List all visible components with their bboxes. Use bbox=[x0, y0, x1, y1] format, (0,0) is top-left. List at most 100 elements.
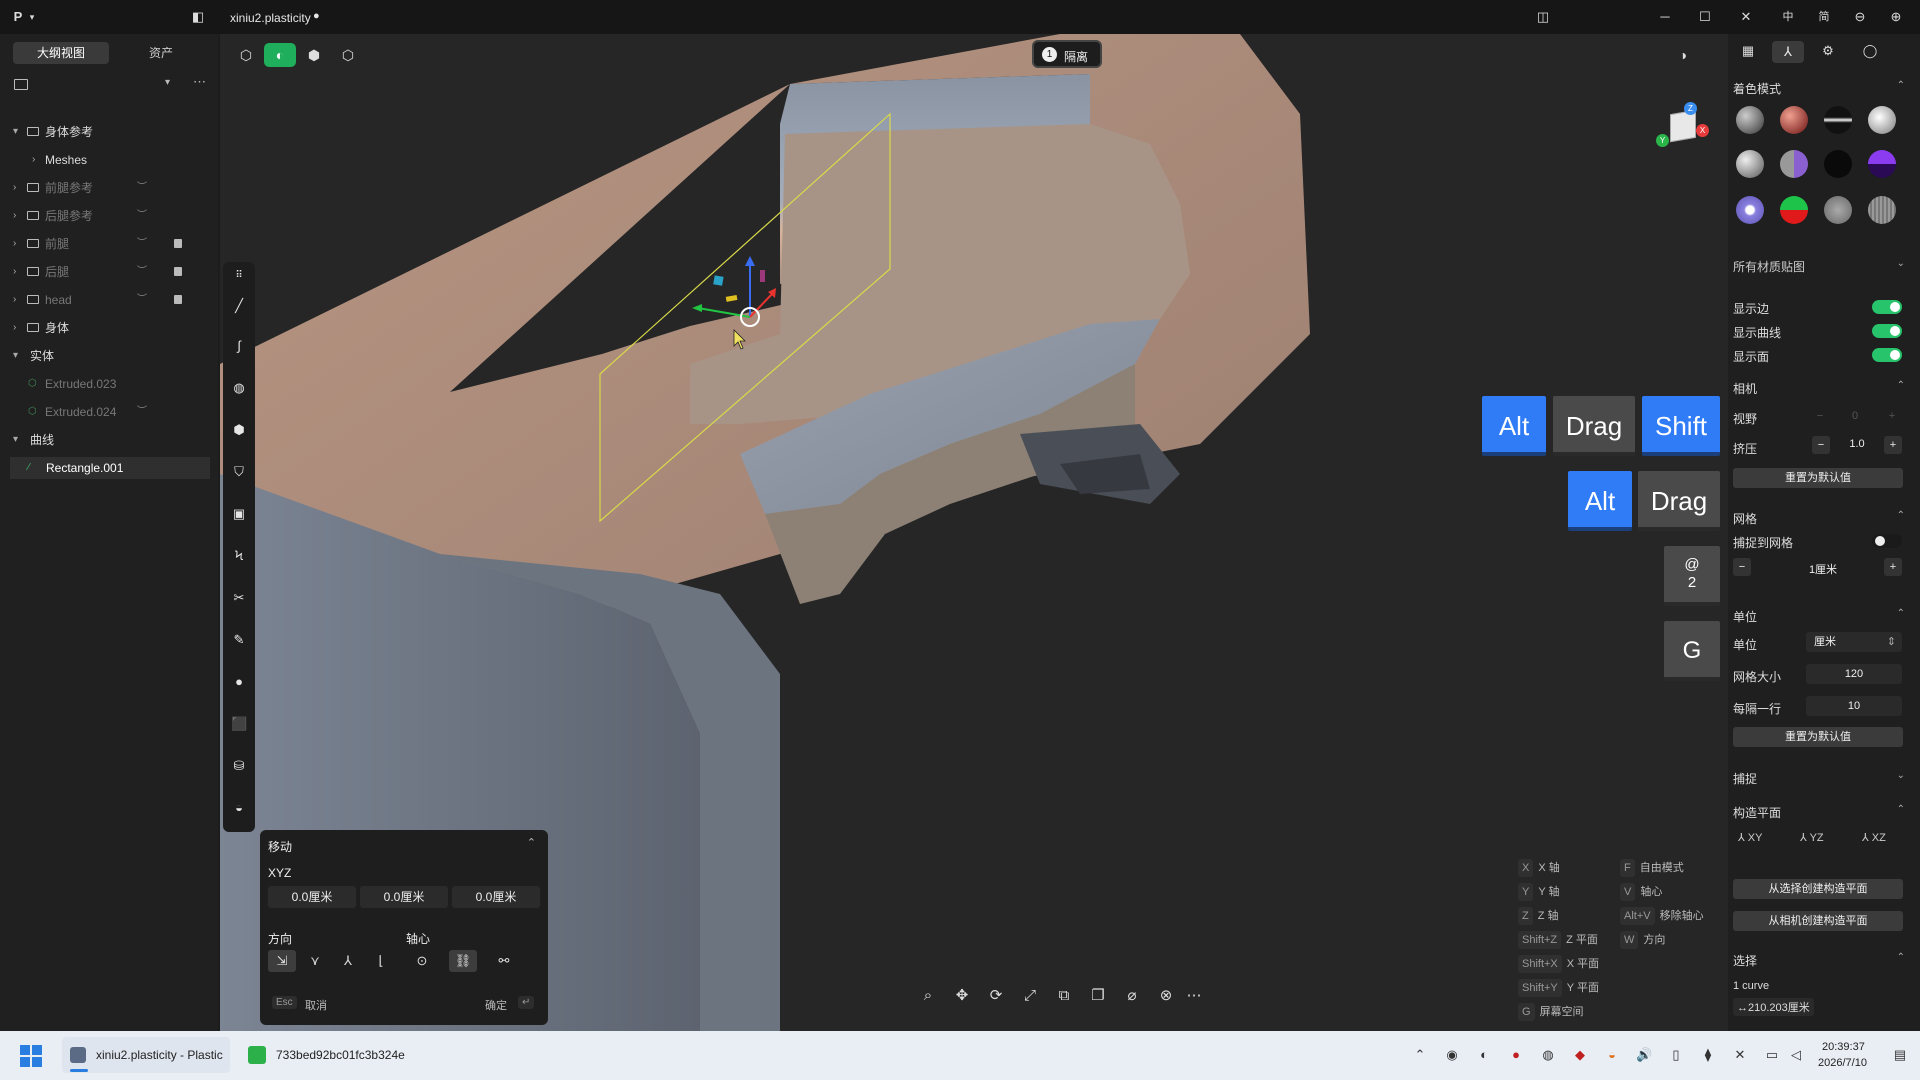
more-options-icon[interactable]: ⋯ bbox=[193, 74, 206, 90]
shading-sphere-8[interactable] bbox=[1868, 150, 1896, 178]
chevron-down-icon[interactable]: ▾ bbox=[13, 429, 18, 451]
units-reset-button[interactable]: 重置为默认值 bbox=[1733, 727, 1903, 747]
speaker-icon[interactable]: ◁ bbox=[1788, 1047, 1804, 1063]
panel-layout-icon[interactable]: ◫ bbox=[1535, 9, 1551, 25]
collapse-chevron-icon[interactable]: ▾ bbox=[165, 77, 170, 88]
material-dropdown[interactable]: 所有材质贴图 ⌄ bbox=[1733, 258, 1913, 275]
confirm-button[interactable]: 确定 bbox=[485, 997, 507, 1013]
tree-row-11[interactable]: ▾ 曲线 bbox=[0, 429, 212, 451]
offset-tool-icon[interactable]: ⧉ bbox=[1050, 983, 1078, 1009]
camera-header[interactable]: 相机 ⌃ bbox=[1733, 380, 1913, 397]
selection-header[interactable]: 选择 ⌃ bbox=[1733, 952, 1913, 969]
sidebar-toggle-icon[interactable]: ◧ bbox=[190, 9, 206, 25]
shading-mode-header[interactable]: 着色模式 ⌃ bbox=[1733, 80, 1913, 97]
duplicate-tool-icon[interactable]: ❐ bbox=[1084, 983, 1112, 1009]
shading-sphere-4[interactable] bbox=[1868, 106, 1896, 134]
curve-tool-icon[interactable]: ∫ bbox=[231, 338, 247, 354]
tree-row-10[interactable]: ⬡ Extruded.024 ︶ bbox=[0, 401, 212, 423]
shading-sphere-5[interactable] bbox=[1736, 150, 1764, 178]
viewport-vertex-mode-icon[interactable]: ⬡ bbox=[230, 43, 262, 67]
taskbar-app-2[interactable]: 733bed92bc01fc3b324e bbox=[244, 1037, 434, 1073]
outliner-mode-icon[interactable]: ▦ bbox=[1736, 43, 1760, 63]
shading-sphere-9[interactable] bbox=[1736, 196, 1764, 224]
tray-overflow-icon[interactable]: ⌃ bbox=[1412, 1047, 1428, 1063]
more-tools-icon[interactable]: ⋯ bbox=[1180, 983, 1208, 1009]
tray-app-icon-4[interactable]: ◍ bbox=[1540, 1047, 1556, 1063]
visibility-eye-icon[interactable]: ︶ bbox=[137, 177, 147, 199]
pivot-unlink-icon[interactable]: ⚯ bbox=[490, 950, 518, 972]
fov-value[interactable]: 0 bbox=[1830, 410, 1880, 422]
sphere-tool-icon[interactable]: ● bbox=[231, 674, 247, 690]
direction-free-icon[interactable]: ⋎ bbox=[301, 950, 329, 972]
lock-icon[interactable] bbox=[174, 239, 182, 248]
chevron-right-icon[interactable]: › bbox=[13, 317, 16, 339]
tree-row-12[interactable]: ∕ Rectangle.001 bbox=[10, 457, 210, 479]
network-icon[interactable]: ▭ bbox=[1764, 1047, 1780, 1063]
settings-gear-icon[interactable]: ⚙ bbox=[1816, 43, 1840, 63]
tray-app-icon-2[interactable]: ◐ bbox=[1476, 1047, 1492, 1063]
pivot-link-icon[interactable]: ⛓ bbox=[449, 950, 477, 972]
tray-app-icon-3[interactable]: ● bbox=[1508, 1047, 1524, 1063]
chevron-right-icon[interactable]: › bbox=[13, 177, 16, 199]
grid-minus-button[interactable]: − bbox=[1733, 558, 1751, 576]
visibility-eye-icon[interactable]: ︶ bbox=[137, 205, 147, 227]
cplane-from-selection-button[interactable]: 从选择创建构造平面 bbox=[1733, 879, 1903, 899]
view-cube-y-icon[interactable]: Y bbox=[1656, 134, 1669, 147]
shading-sphere-12[interactable] bbox=[1868, 196, 1896, 224]
tree-row-0[interactable]: ▾ 身体参考 bbox=[0, 121, 212, 143]
cplane-from-camera-button[interactable]: 从相机创建构造平面 bbox=[1733, 911, 1903, 931]
zoom-in-icon[interactable]: ⊕ bbox=[1888, 9, 1904, 25]
notification-icon[interactable]: ▤ bbox=[1892, 1047, 1908, 1063]
tray-app-icon-7[interactable]: ✕ bbox=[1732, 1047, 1748, 1063]
visibility-eye-icon[interactable]: ︶ bbox=[137, 261, 147, 283]
move-x-field[interactable]: 0.0厘米 bbox=[268, 886, 356, 908]
direction-normal-icon[interactable]: ⇲ bbox=[268, 950, 296, 972]
camera-reset-button[interactable]: 重置为默认值 bbox=[1733, 468, 1903, 488]
app-menu-chevron-icon[interactable]: ▾ bbox=[24, 9, 40, 25]
shading-sphere-7[interactable] bbox=[1824, 150, 1852, 178]
extrude-value[interactable]: 1.0 bbox=[1832, 438, 1882, 450]
tree-row-9[interactable]: ⬡ Extruded.023 bbox=[0, 373, 212, 395]
tree-row-4[interactable]: › 前腿 ︶ bbox=[0, 233, 212, 255]
pivot-center-icon[interactable]: ⊙ bbox=[408, 950, 436, 972]
shading-sphere-11[interactable] bbox=[1824, 196, 1852, 224]
show-curves-toggle[interactable] bbox=[1872, 324, 1902, 338]
volume-icon[interactable]: 🔊 bbox=[1636, 1047, 1652, 1063]
shading-sphere-2[interactable] bbox=[1780, 106, 1808, 134]
extrude-tool-icon[interactable]: ⛉ bbox=[231, 464, 247, 480]
cplane-xy-button[interactable]: ⅄ XY bbox=[1738, 831, 1762, 844]
fov-plus-button[interactable]: + bbox=[1884, 410, 1900, 422]
boolean-tool-icon[interactable]: ⊗ bbox=[1152, 983, 1180, 1009]
extrude-plus-button[interactable]: + bbox=[1884, 436, 1902, 454]
taskbar-app-plasticity[interactable]: xiniu2.plasticity - Plastic bbox=[62, 1037, 230, 1073]
unit-select[interactable]: 厘米 ⇕ bbox=[1806, 632, 1902, 652]
tree-row-5[interactable]: › 后腿 ︶ bbox=[0, 261, 212, 283]
show-faces-toggle[interactable] bbox=[1872, 348, 1902, 362]
line-tool-icon[interactable]: ╱ bbox=[231, 298, 247, 314]
visibility-eye-icon[interactable]: ︶ bbox=[137, 289, 147, 311]
ime-mode-indicator[interactable]: 简 bbox=[1816, 9, 1832, 25]
lock-icon[interactable] bbox=[174, 295, 182, 304]
snap-header[interactable]: 捕捉 ⌄ bbox=[1733, 770, 1913, 787]
grid-size-value[interactable]: 120 bbox=[1806, 664, 1902, 684]
shading-sphere-10[interactable] bbox=[1780, 196, 1808, 224]
view-cube-x-icon[interactable]: X bbox=[1696, 124, 1709, 137]
cplane-yz-button[interactable]: ⅄ YZ bbox=[1800, 831, 1824, 844]
tree-row-1[interactable]: › Meshes bbox=[0, 149, 212, 171]
new-folder-icon[interactable] bbox=[14, 79, 28, 90]
chevron-down-icon[interactable]: ▾ bbox=[13, 345, 18, 367]
tray-app-icon-6[interactable]: ◒ bbox=[1604, 1047, 1620, 1063]
clock-date[interactable]: 2026/7/10 bbox=[1818, 1057, 1867, 1069]
windows-start-icon[interactable] bbox=[20, 1045, 42, 1067]
circle-tool-icon[interactable]: ◍ bbox=[231, 380, 247, 396]
box-tool-icon[interactable]: ⬛ bbox=[231, 716, 247, 732]
ime-lang-indicator[interactable]: 中 bbox=[1780, 9, 1796, 25]
tree-row-2[interactable]: › 前腿参考 ︶ bbox=[0, 177, 212, 199]
cone-tool-icon[interactable]: ◒ bbox=[231, 800, 247, 816]
viewport-edge-mode-icon[interactable]: ◐ bbox=[264, 43, 296, 67]
extrude-minus-button[interactable]: − bbox=[1812, 436, 1830, 454]
fov-minus-button[interactable]: − bbox=[1812, 410, 1828, 422]
shading-sphere-3[interactable] bbox=[1824, 106, 1852, 134]
show-edges-toggle[interactable] bbox=[1872, 300, 1902, 314]
tree-row-7[interactable]: › 身体 bbox=[0, 317, 212, 339]
